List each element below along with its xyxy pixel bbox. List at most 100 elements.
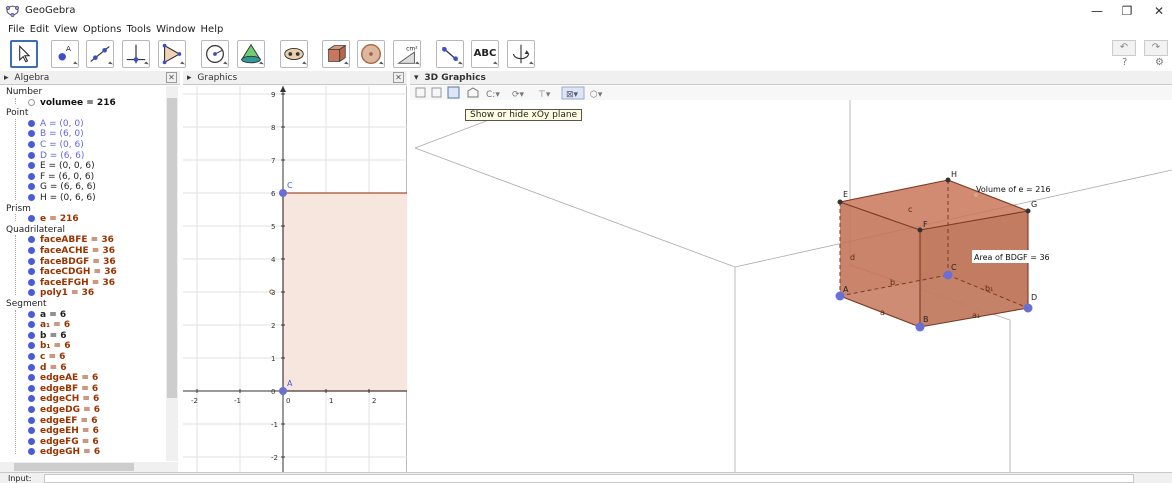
point-e[interactable] [837, 199, 843, 205]
slope-tool-button[interactable] [436, 40, 464, 68]
algebra-item[interactable]: d = 6 [28, 363, 67, 374]
visibility-toggle-icon[interactable] [28, 183, 35, 191]
algebra-item[interactable]: edgeEF = 6 [28, 416, 97, 427]
minimize-button[interactable]: — [1082, 2, 1112, 20]
rotate-view-tool-button[interactable] [507, 40, 535, 68]
algebra-item[interactable]: e = 216 [28, 214, 79, 225]
visibility-toggle-icon[interactable] [28, 162, 35, 170]
circle-tool-button[interactable] [201, 40, 229, 68]
point-tool-button[interactable]: A [51, 40, 79, 68]
algebra-item[interactable]: edgeBF = 6 [28, 384, 98, 395]
plane-toggle-icon[interactable] [447, 86, 460, 99]
algebra-view[interactable]: Number volumee = 216 Point A = (0, 0) B = (6… [0, 86, 178, 461]
visibility-toggle-icon[interactable] [28, 289, 35, 297]
algebra-item[interactable]: poly1 = 36 [28, 288, 94, 299]
point-f[interactable] [917, 227, 923, 233]
move-tool-button[interactable] [10, 40, 38, 68]
algebra-item[interactable]: faceBDGF = 36 [28, 257, 116, 268]
algebra-item[interactable]: E = (0, 0, 6) [28, 161, 95, 172]
prism-tool-button[interactable] [322, 40, 350, 68]
visibility-toggle-icon[interactable] [28, 247, 35, 254]
visibility-toggle-icon[interactable] [28, 194, 35, 201]
visibility-toggle-icon[interactable] [28, 310, 35, 318]
close-graphics-icon[interactable]: ✕ [393, 72, 404, 83]
algebra-horizontal-scrollbar[interactable] [0, 462, 178, 472]
algebra-item[interactable]: B = (6, 0) [28, 129, 84, 140]
algebra-item[interactable]: a = 6 [28, 310, 66, 321]
point-c[interactable] [279, 189, 287, 197]
algebra-item[interactable]: faceCDGH = 36 [28, 267, 117, 278]
algebra-item[interactable]: G = (6, 6, 6) [28, 182, 96, 193]
algebra-item[interactable]: faceACHE = 36 [28, 246, 115, 257]
algebra-item[interactable]: A = (0, 0) [28, 119, 84, 130]
visibility-toggle-icon[interactable] [28, 448, 35, 456]
visibility-toggle-icon[interactable] [28, 172, 35, 180]
visibility-toggle-icon[interactable] [28, 321, 35, 329]
visibility-toggle-icon[interactable] [28, 427, 35, 435]
visibility-toggle-icon[interactable] [28, 331, 35, 339]
perpendicular-tool-button[interactable] [122, 40, 150, 68]
graphics3d-canvas[interactable]: A B C D E F G H a a₁ b b₁ c d Volume of … [410, 100, 1172, 472]
axes-toggle-icon[interactable] [415, 87, 426, 98]
menu-file[interactable]: File [8, 22, 25, 38]
grid-toggle-icon[interactable] [431, 87, 442, 98]
algebra-panel-header[interactable]: ▸ Algebra ✕ [0, 71, 180, 85]
visibility-toggle-icon[interactable] [28, 437, 35, 445]
graphics3d-panel-header[interactable]: ▾ 3D Graphics [410, 71, 1172, 85]
visibility-toggle-icon[interactable] [28, 151, 35, 159]
cone-tool-button[interactable] [237, 40, 265, 68]
sphere-tool-button[interactable] [357, 40, 385, 68]
menu-view[interactable]: View [54, 22, 78, 38]
gear-icon[interactable]: ⚙ [1155, 57, 1164, 68]
home-icon[interactable] [467, 87, 479, 98]
visibility-toggle-icon[interactable] [28, 384, 35, 392]
visibility-toggle-icon[interactable] [28, 98, 35, 106]
close-algebra-icon[interactable]: ✕ [166, 72, 177, 83]
point-a[interactable] [279, 387, 287, 395]
algebra-item[interactable]: edgeEH = 6 [28, 426, 99, 437]
point-h[interactable] [945, 177, 951, 183]
algebra-item[interactable]: edgeDG = 6 [28, 405, 100, 416]
algebra-category[interactable]: Prism [6, 204, 31, 215]
visibility-toggle-icon[interactable] [28, 215, 35, 223]
algebra-item[interactable]: edgeGH = 6 [28, 447, 100, 458]
visibility-toggle-icon[interactable] [28, 374, 35, 382]
algebra-vertical-scrollbar[interactable] [166, 86, 178, 461]
algebra-category[interactable]: Segment [6, 299, 47, 310]
intersect-tool-button[interactable] [280, 40, 308, 68]
polygon-tool-button[interactable] [158, 40, 186, 68]
visibility-toggle-icon[interactable] [28, 342, 35, 350]
algebra-item[interactable]: volumee = 216 [28, 98, 116, 109]
algebra-item[interactable]: edgeAE = 6 [28, 373, 98, 384]
menu-options[interactable]: Options [83, 22, 122, 38]
algebra-item[interactable]: b₁ = 6 [28, 341, 70, 352]
close-window-button[interactable]: ✕ [1144, 2, 1172, 20]
graphics-view[interactable]: -2 -1 0 1 2 -2 -1 0 1 2 3 4 5 6 7 8 9 A Cc [183, 86, 407, 472]
visibility-toggle-icon[interactable] [28, 119, 35, 127]
algebra-item[interactable]: edgeFG = 6 [28, 437, 99, 448]
view-direction-icon[interactable]: ⊤▾ [538, 90, 551, 100]
point-d[interactable] [1023, 303, 1033, 313]
visibility-toggle-icon[interactable] [28, 257, 35, 265]
undo-button[interactable]: ↶ [1112, 40, 1136, 56]
graphics3d-view[interactable]: A B C D E F G H a a₁ b b₁ c d Volume of … [410, 100, 1172, 472]
expand-icon[interactable]: ▸ [187, 73, 192, 83]
visibility-toggle-icon[interactable] [28, 363, 35, 371]
visibility-toggle-icon[interactable] [28, 406, 35, 413]
algebra-category[interactable]: Number [6, 87, 42, 98]
rotate-view-icon[interactable]: ⟳▾ [512, 90, 525, 100]
algebra-category[interactable]: Point [6, 108, 28, 119]
algebra-item[interactable]: faceEFGH = 36 [28, 278, 115, 289]
menu-tools[interactable]: Tools [126, 22, 151, 38]
visibility-toggle-icon[interactable] [28, 278, 35, 286]
area-tool-button[interactable]: cm² [393, 40, 421, 68]
menu-help[interactable]: Help [201, 22, 224, 38]
visibility-toggle-icon[interactable] [28, 268, 35, 276]
input-field[interactable] [44, 474, 1134, 483]
visibility-toggle-icon[interactable] [28, 130, 35, 138]
visibility-toggle-icon[interactable] [28, 416, 35, 424]
maximize-button[interactable]: ❐ [1112, 2, 1142, 20]
visibility-toggle-icon[interactable] [28, 395, 35, 403]
line-tool-button[interactable] [86, 40, 114, 68]
algebra-item[interactable]: a₁ = 6 [28, 320, 70, 331]
